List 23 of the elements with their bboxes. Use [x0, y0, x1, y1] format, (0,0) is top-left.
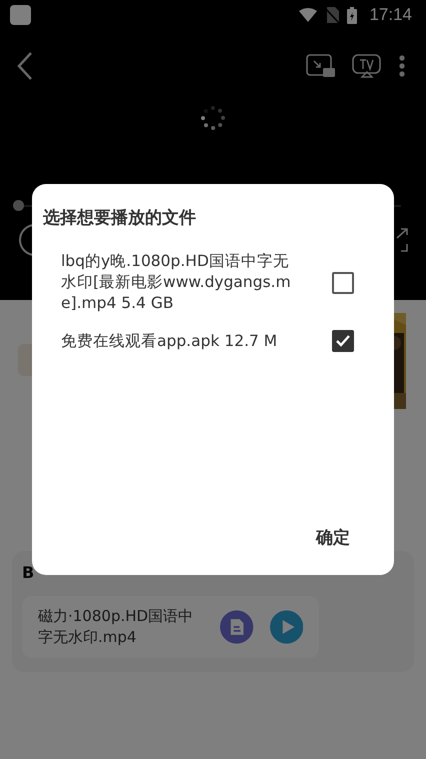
notification-icon [10, 5, 31, 25]
progress-thumb[interactable] [13, 200, 24, 211]
wifi-icon [299, 8, 318, 22]
file-name: 磁力·1080p.HD国语中字无水印.mp4 [38, 606, 194, 648]
dialog-title: 选择想要播放的文件 [42, 207, 197, 229]
file-label: 免费在线观看app.apk 12.7 M [61, 330, 278, 352]
document-icon[interactable] [220, 610, 254, 644]
fullscreen-icon[interactable] [394, 228, 408, 252]
play-icon[interactable] [270, 610, 303, 644]
card-title: B [22, 563, 34, 582]
file-item[interactable]: 磁力·1080p.HD国语中字无水印.mp4 [22, 596, 319, 658]
clock-time: 17:14 [369, 5, 412, 25]
checkmark-icon [335, 334, 351, 348]
picture-in-picture-icon[interactable] [306, 54, 336, 78]
checkbox[interactable] [332, 330, 354, 352]
checkbox[interactable] [332, 272, 354, 294]
tv-cast-icon[interactable] [352, 54, 382, 78]
confirm-button[interactable]: 确定 [312, 520, 354, 555]
battery-icon [347, 6, 358, 24]
back-icon[interactable] [17, 52, 33, 80]
file-label: lbq的y晚.1080p.HD国语中字无水印[最新电影www.dygangs.me].mp4 5.4 GB [61, 251, 292, 314]
more-options-icon[interactable] [398, 55, 406, 77]
no-sim-icon [325, 7, 340, 23]
